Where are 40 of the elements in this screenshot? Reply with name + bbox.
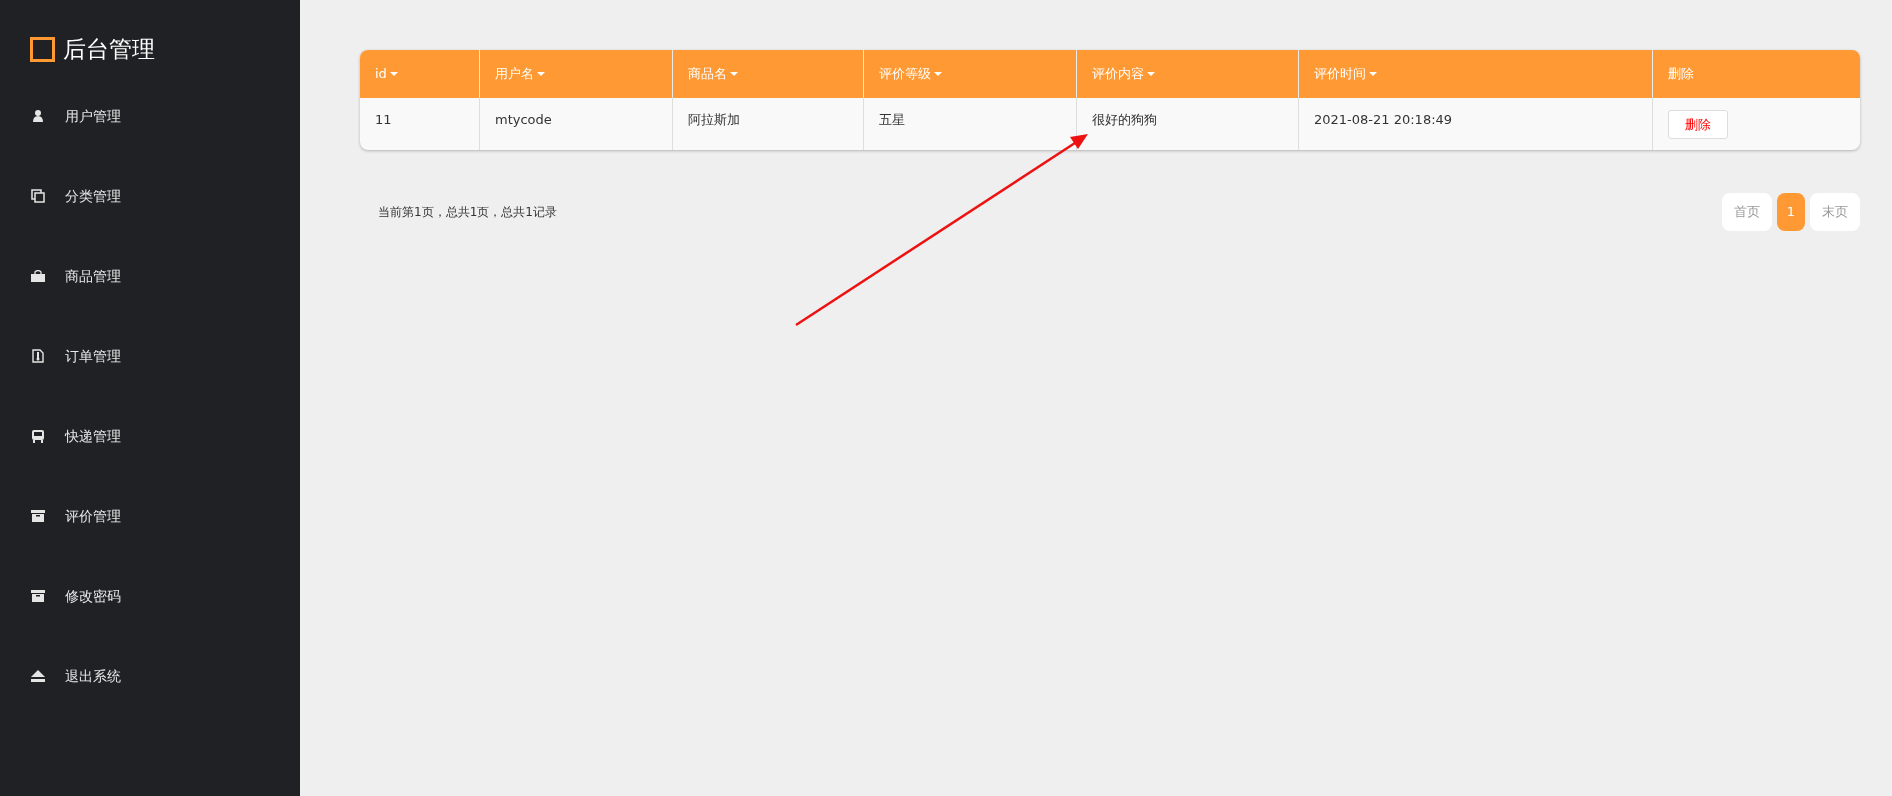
first-page-button[interactable]: 首页: [1721, 193, 1772, 231]
eject-icon: [31, 670, 45, 682]
sort-caret-icon: [1147, 72, 1155, 76]
sidebar-item[interactable]: 快递管理: [0, 396, 300, 476]
last-page-button[interactable]: 末页: [1810, 193, 1860, 231]
delete-button[interactable]: 删除: [1668, 110, 1728, 139]
sidebar-item[interactable]: 订单管理: [0, 316, 300, 396]
sidebar-item[interactable]: 评价管理: [0, 476, 300, 556]
column-header[interactable]: 评价内容: [1077, 50, 1299, 98]
table-cell: mtycode: [480, 98, 673, 150]
archive-icon: [31, 510, 45, 522]
bus-icon: [31, 429, 45, 443]
logo-title: 后台管理: [63, 34, 155, 64]
column-header[interactable]: 用户名: [480, 50, 673, 98]
file-icon: [32, 349, 44, 363]
column-header[interactable]: id: [360, 50, 480, 98]
sidebar-item[interactable]: 修改密码: [0, 556, 300, 636]
column-header[interactable]: 评价等级: [864, 50, 1077, 98]
user-icon: [32, 109, 44, 123]
sort-caret-icon: [389, 72, 398, 76]
sidebar-item[interactable]: 退出系统: [0, 636, 300, 716]
sort-caret-icon: [1369, 72, 1377, 76]
table-cell: 11: [360, 98, 480, 150]
column-header[interactable]: 评价时间: [1299, 50, 1653, 98]
sort-caret-icon: [537, 72, 545, 76]
column-header[interactable]: 商品名: [673, 50, 864, 98]
bag-icon: [31, 270, 45, 282]
sidebar-item[interactable]: 分类管理: [0, 156, 300, 236]
column-header: 删除: [1667, 65, 1695, 84]
sort-caret-icon: [730, 72, 738, 76]
sidebar-item[interactable]: 商品管理: [0, 236, 300, 316]
sidebar-item[interactable]: 用户管理: [0, 76, 300, 156]
logo-icon: [30, 36, 55, 62]
sort-caret-icon: [934, 72, 942, 76]
table-cell: 阿拉斯加: [673, 98, 864, 150]
copy-icon: [31, 189, 45, 203]
pagination-summary: 当前第1页，总共1页，总共1记录: [377, 204, 557, 221]
table-cell: 2021-08-21 20:18:49: [1299, 98, 1653, 150]
page-button[interactable]: 1: [1776, 193, 1805, 231]
archive-icon: [31, 590, 45, 602]
